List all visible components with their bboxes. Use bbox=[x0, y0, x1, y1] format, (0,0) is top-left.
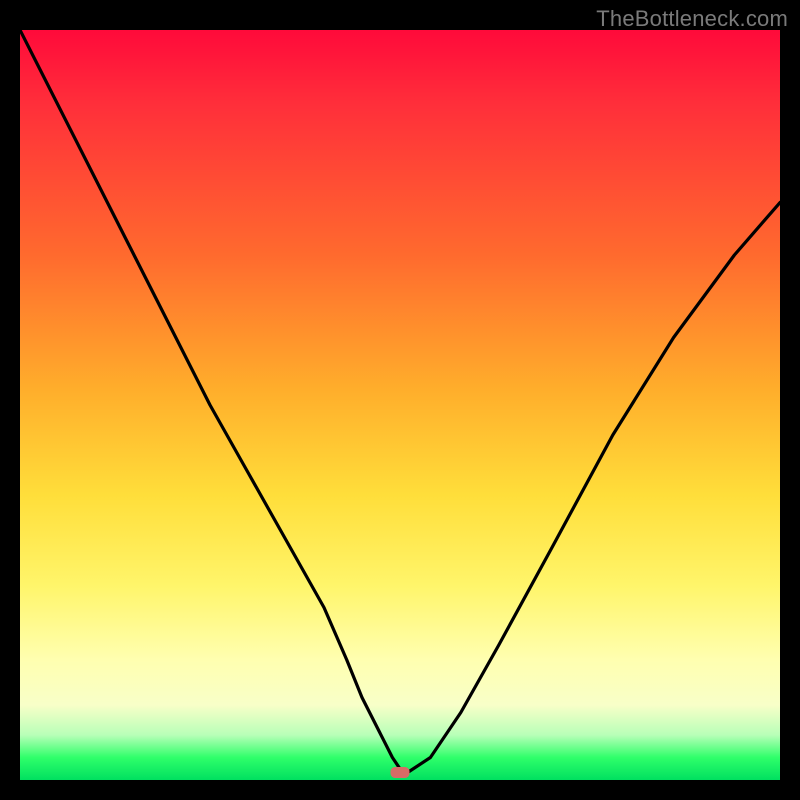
plot-area bbox=[20, 30, 780, 780]
bottleneck-curve bbox=[20, 30, 780, 773]
curve-svg bbox=[20, 30, 780, 780]
watermark-text: TheBottleneck.com bbox=[596, 6, 788, 32]
optimum-marker bbox=[391, 768, 409, 778]
chart-frame: TheBottleneck.com bbox=[0, 0, 800, 800]
